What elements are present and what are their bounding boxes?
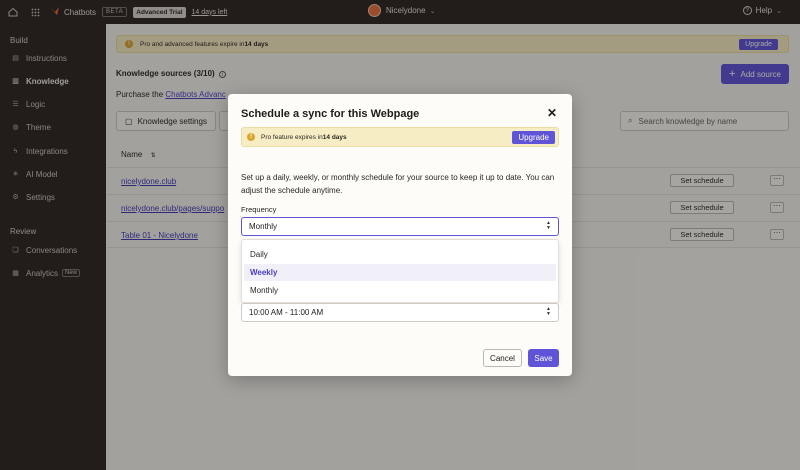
frequency-select[interactable]: Monthly ▲ ▼ — [241, 217, 559, 236]
warning-icon: ! — [247, 133, 255, 141]
close-icon[interactable]: ✕ — [547, 106, 557, 120]
pro-feature-banner: ! Pro feature expires in 14 days Upgrade — [241, 127, 559, 147]
modal-description: Set up a daily, weekly, or monthly sched… — [241, 173, 555, 195]
frequency-value: Monthly — [249, 222, 278, 231]
chevron-up-down-icon: ▲ ▼ — [546, 306, 551, 317]
banner-text: Pro feature expires in — [261, 133, 323, 141]
banner-bold: 14 days — [322, 133, 347, 141]
upgrade-button[interactable]: Upgrade — [512, 131, 555, 144]
schedule-sync-modal: Schedule a sync for this Webpage ✕ ! Pro… — [228, 94, 572, 376]
modal-title: Schedule a sync for this Webpage — [241, 108, 420, 120]
chevron-up-down-icon: ▲ ▼ — [546, 220, 551, 231]
save-button[interactable]: Save — [528, 349, 559, 367]
option-monthly[interactable]: Monthly — [244, 282, 556, 299]
frequency-dropdown: Daily Weekly Monthly — [241, 239, 559, 303]
frequency-label: Frequency — [241, 205, 277, 214]
time-window-select[interactable]: 10:00 AM - 11:00 AM ▲ ▼ — [241, 303, 559, 322]
cancel-button[interactable]: Cancel — [483, 349, 522, 367]
time-window-value: 10:00 AM - 11:00 AM — [249, 308, 324, 317]
option-weekly[interactable]: Weekly — [244, 264, 556, 281]
option-daily[interactable]: Daily — [244, 246, 556, 263]
